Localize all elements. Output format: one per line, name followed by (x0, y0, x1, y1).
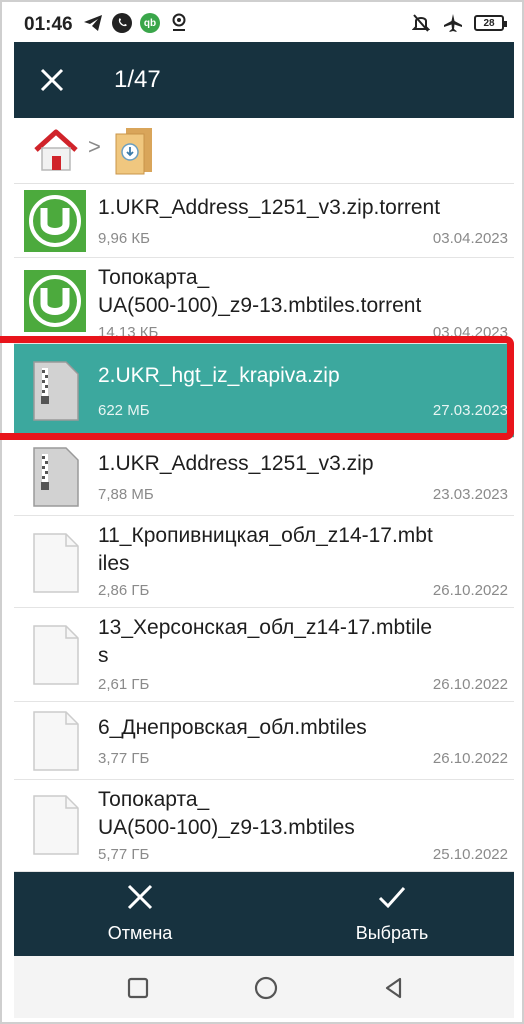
file-meta: 2,61 ГБ 26.10.2022 (98, 676, 508, 693)
blank-file-icon (24, 794, 86, 856)
close-icon (40, 68, 64, 92)
status-time: 01:46 (24, 14, 73, 35)
file-size: 9,96 КБ (98, 230, 150, 247)
location-icon (168, 12, 190, 34)
file-row[interactable]: Топокарта_ UA(500-100)_z9-13.mbtiles 5,77… (14, 780, 514, 872)
status-notification-icons: qb (82, 12, 190, 34)
file-name-line: iles (98, 552, 130, 575)
file-date: 23.03.2023 (432, 486, 508, 503)
file-name-line: UA(500-100)_z9-13.mbtiles (98, 816, 355, 839)
file-name-line: Топокарта_ (98, 266, 210, 289)
cancel-button[interactable]: Отмена (70, 882, 210, 948)
airplane-icon (442, 12, 464, 34)
select-button[interactable]: Выбрать (322, 882, 462, 948)
file-name: 13_Херсонская_обл_z14-17.mbtiles (98, 614, 504, 670)
back-triangle-icon[interactable] (378, 972, 410, 1004)
download-folder-icon[interactable] (112, 124, 162, 176)
file-row[interactable]: 11_Кропивницкая_обл_z14-17.mbtiles 2,86 … (14, 516, 514, 608)
file-name-line: s (98, 644, 109, 667)
bottom-action-bar: Отмена Выбрать (14, 872, 514, 956)
status-bar: 01:46 qb 28 (14, 6, 514, 42)
file-row[interactable]: 6_Днепровская_обл.mbtiles 3,77 ГБ 26.10.2… (14, 702, 514, 780)
qb-icon: qb (140, 13, 160, 33)
utorrent-icon (24, 270, 86, 332)
file-size: 622 МБ (98, 402, 150, 419)
blank-file-icon (24, 624, 86, 686)
close-button[interactable] (32, 60, 72, 100)
file-size: 2,61 ГБ (98, 676, 150, 693)
file-list: 1.UKR_Address_1251_v3.zip.torrent 9,96 К… (14, 184, 514, 872)
utorrent-icon (24, 190, 86, 252)
file-size: 7,88 МБ (98, 486, 154, 503)
file-meta: 2,86 ГБ 26.10.2022 (98, 582, 508, 599)
blank-file-icon (24, 532, 86, 594)
file-name-line: 6_Днепровская_обл.mbtiles (98, 716, 367, 739)
battery-icon: 28 (474, 15, 507, 31)
file-row-selected[interactable]: 2.UKR_hgt_iz_krapiva.zip 622 МБ 27.03.202… (14, 344, 514, 438)
breadcrumb: > (14, 118, 514, 184)
file-name-line: 13_Херсонская_обл_z14-17.mbtile (98, 616, 433, 639)
home-circle-icon[interactable] (250, 972, 282, 1004)
file-name: 2.UKR_hgt_iz_krapiva.zip (98, 362, 504, 390)
screenshot-frame: 01:46 qb 28 1/47 > 1.UKR_Address_1251_v3… (0, 0, 524, 1024)
file-size: 14,13 КБ (98, 324, 159, 341)
file-name: 6_Днепровская_обл.mbtiles (98, 714, 504, 742)
selection-counter: 1/47 (114, 66, 161, 93)
file-name: 11_Кропивницкая_обл_z14-17.mbtiles (98, 522, 504, 578)
bell-muted-icon (410, 12, 432, 34)
cancel-label: Отмена (107, 923, 173, 943)
file-meta: 622 МБ 27.03.2023 (98, 402, 508, 419)
file-name-line: Топокарта_ (98, 788, 210, 811)
file-name-line: 1.UKR_Address_1251_v3.zip (98, 452, 374, 475)
file-name-line: 1.UKR_Address_1251_v3.zip.torrent (98, 196, 441, 219)
file-row[interactable]: 1.UKR_Address_1251_v3.zip.torrent 9,96 К… (14, 184, 514, 258)
zip-file-icon (24, 360, 86, 422)
status-system-icons: 28 (410, 12, 507, 34)
file-date: 26.10.2022 (432, 582, 508, 599)
file-meta: 3,77 ГБ 26.10.2022 (98, 750, 508, 767)
file-meta: 5,77 ГБ 25.10.2022 (98, 846, 508, 863)
file-date: 27.03.2023 (432, 402, 508, 419)
zip-file-icon (24, 446, 86, 508)
file-name-line: UA(500-100)_z9-13.mbtiles.torrent (98, 294, 422, 317)
file-meta: 7,88 МБ 23.03.2023 (98, 486, 508, 503)
file-row[interactable]: 13_Херсонская_обл_z14-17.mbtiles 2,61 ГБ… (14, 608, 514, 702)
file-name: Топокарта_ UA(500-100)_z9-13.mbtiles.torr… (98, 264, 504, 320)
file-name: 1.UKR_Address_1251_v3.zip (98, 450, 504, 478)
home-icon[interactable] (32, 126, 80, 174)
telegram-icon (82, 12, 104, 34)
file-row[interactable]: 1.UKR_Address_1251_v3.zip 7,88 МБ 23.03.2… (14, 438, 514, 516)
blank-file-icon (24, 710, 86, 772)
file-size: 3,77 ГБ (98, 750, 150, 767)
file-row[interactable]: Топокарта_ UA(500-100)_z9-13.mbtiles.torr… (14, 258, 514, 344)
file-meta: 14,13 КБ 03.04.2023 (98, 324, 508, 341)
file-name-line: 2.UKR_hgt_iz_krapiva.zip (98, 364, 340, 387)
recents-icon[interactable] (122, 972, 154, 1004)
file-name: Топокарта_ UA(500-100)_z9-13.mbtiles (98, 786, 504, 842)
viber-icon (112, 13, 132, 33)
file-date: 03.04.2023 (432, 230, 508, 247)
file-date: 26.10.2022 (432, 676, 508, 693)
file-date: 25.10.2022 (432, 846, 508, 863)
close-icon (127, 884, 153, 910)
select-label: Выбрать (355, 923, 429, 943)
breadcrumb-separator: > (88, 134, 101, 159)
file-name: 1.UKR_Address_1251_v3.zip.torrent (98, 194, 504, 222)
system-nav-bar (14, 956, 514, 1018)
file-date: 03.04.2023 (432, 324, 508, 341)
file-name-line: 11_Кропивницкая_обл_z14-17.mbt (98, 524, 433, 547)
file-size: 5,77 ГБ (98, 846, 150, 863)
file-date: 26.10.2022 (432, 750, 508, 767)
checkmark-icon (378, 887, 406, 909)
phone-screen: 01:46 qb 28 1/47 > 1.UKR_Address_1251_v3… (14, 6, 514, 1018)
file-meta: 9,96 КБ 03.04.2023 (98, 230, 508, 247)
file-size: 2,86 ГБ (98, 582, 150, 599)
app-bar: 1/47 (14, 42, 514, 118)
